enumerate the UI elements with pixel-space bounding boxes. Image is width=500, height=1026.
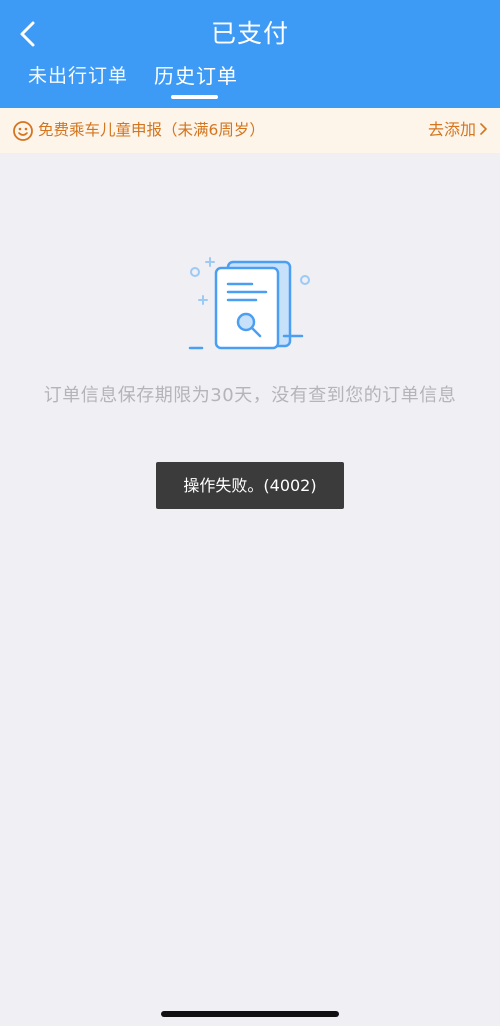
document-search-icon (188, 257, 310, 350)
notice-text: 免费乘车儿童申报（未满6周岁） (38, 121, 265, 139)
page-title: 已支付 (210, 19, 289, 48)
empty-state-message: 订单信息保存期限为30天，没有查到您的订单信息 (43, 385, 457, 406)
tab-history-orders[interactable]: 历史订单 (154, 62, 238, 90)
add-child-label: 去添加 (427, 120, 476, 139)
home-indicator[interactable] (161, 1011, 339, 1017)
error-toast: 操作失败。(4002) (156, 462, 344, 509)
add-child-link[interactable]: 去添加 (428, 118, 488, 142)
smiley-icon (13, 121, 33, 141)
child-declaration-banner[interactable]: 免费乘车儿童申报（未满6周岁） 去添加 (0, 108, 500, 153)
chevron-right-icon (480, 123, 487, 135)
header-bar: 已支付 未出行订单 历史订单 (0, 0, 500, 108)
tab-upcoming-orders[interactable]: 未出行订单 (28, 62, 128, 90)
active-tab-indicator (171, 95, 218, 99)
